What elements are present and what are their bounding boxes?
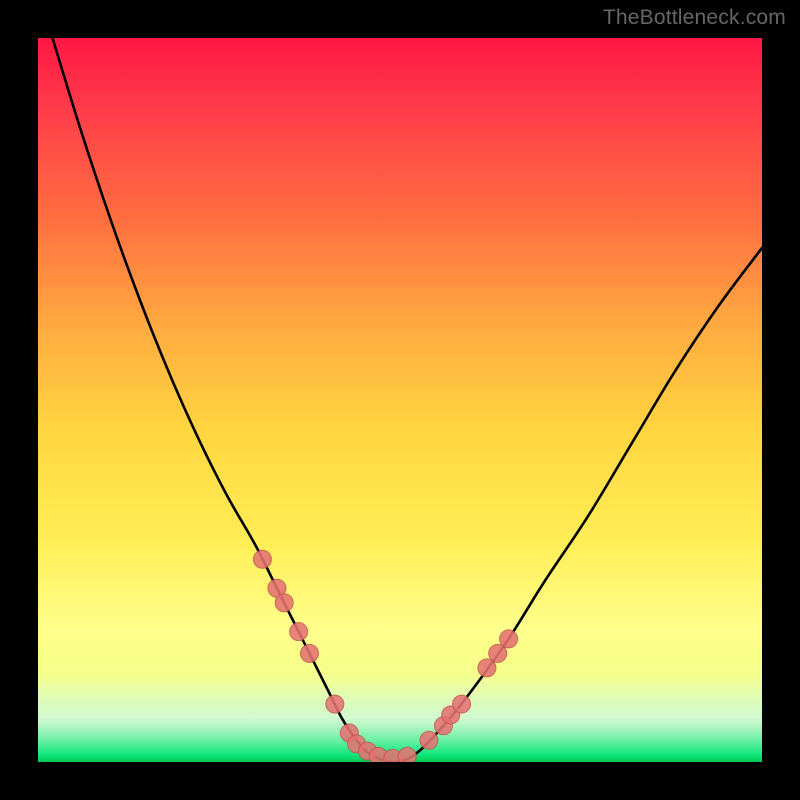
bottleneck-curve	[52, 38, 762, 762]
data-marker	[326, 695, 344, 713]
watermark-text: TheBottleneck.com	[603, 6, 786, 30]
data-marker	[500, 630, 518, 648]
data-marker	[290, 623, 308, 641]
chart-container: TheBottleneck.com	[0, 0, 800, 800]
data-marker	[275, 594, 293, 612]
data-marker	[453, 695, 471, 713]
data-marker	[253, 550, 271, 568]
chart-svg	[38, 38, 762, 762]
data-marker	[420, 731, 438, 749]
plot-area	[38, 38, 762, 762]
data-markers	[253, 550, 517, 762]
data-marker	[301, 644, 319, 662]
data-marker	[398, 747, 416, 762]
